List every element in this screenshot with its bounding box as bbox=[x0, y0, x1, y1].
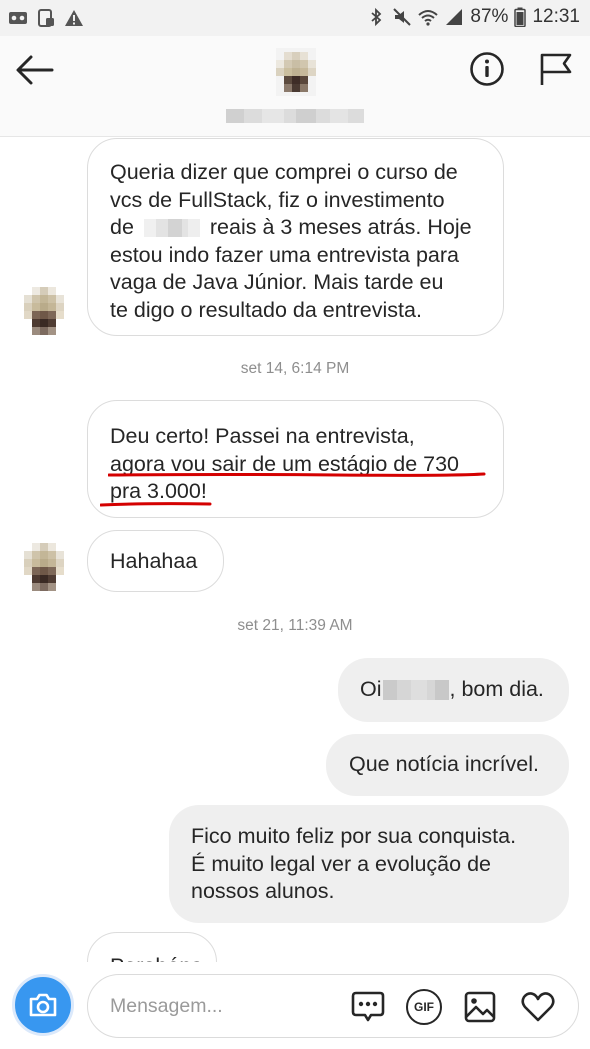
message-composer: Mensagem... GIF bbox=[0, 962, 590, 1049]
message-text: Oi, bom dia. bbox=[360, 677, 544, 701]
message-input[interactable]: Mensagem... GIF bbox=[87, 974, 579, 1038]
message-line: vaga de Java Júnior. Mais tarde eu bbox=[110, 270, 444, 294]
arrow-left-icon[interactable] bbox=[14, 52, 56, 88]
message-text: Que notícia incrível. bbox=[349, 752, 540, 776]
message-line: de reais à 3 meses atrás. Hoje bbox=[110, 215, 472, 239]
battery-percent: 87% bbox=[470, 6, 509, 27]
info-icon[interactable] bbox=[468, 50, 506, 88]
signal-icon bbox=[446, 9, 463, 25]
status-bar: 87% 12:31 bbox=[0, 0, 590, 36]
incoming-message: Deu certo! Passei na entrevista, agora v… bbox=[87, 400, 504, 518]
message-line: estou indo fazer uma entrevista para bbox=[110, 242, 459, 267]
outgoing-message: Fico muito feliz por sua conquista. É mu… bbox=[169, 805, 569, 923]
timestamp: set 14, 6:14 PM bbox=[240, 360, 350, 377]
chat-header bbox=[0, 36, 590, 137]
message-line: pra 3.000! bbox=[100, 478, 500, 507]
bluetooth-icon bbox=[371, 7, 382, 27]
message-line: Fico muito feliz por sua conquista. bbox=[191, 824, 517, 848]
outgoing-message: Que notícia incrível. bbox=[326, 734, 569, 796]
battery-icon bbox=[514, 7, 527, 27]
outgoing-message: Oi, bom dia. bbox=[338, 658, 569, 722]
message-line: Deu certo! Passei na entrevista, bbox=[110, 424, 415, 448]
message-line: nossos alunos. bbox=[191, 879, 335, 903]
message-line: Queria dizer que comprei o curso de bbox=[110, 160, 458, 184]
message-line: te digo o resultado da entrevista. bbox=[110, 297, 422, 322]
camera-button[interactable] bbox=[12, 974, 74, 1036]
message-line: vcs de FullStack, fiz o investimento bbox=[110, 187, 445, 212]
chat-dots-icon[interactable] bbox=[350, 989, 386, 1025]
incoming-message: Queria dizer que comprei o curso de vcs … bbox=[87, 138, 504, 336]
screen-lock-icon bbox=[38, 9, 54, 27]
warning-icon bbox=[65, 10, 83, 26]
incoming-message: Hahahaa bbox=[87, 530, 224, 592]
camera-icon bbox=[29, 993, 57, 1017]
gif-icon[interactable]: GIF bbox=[406, 989, 442, 1025]
wifi-icon bbox=[418, 10, 439, 26]
contact-name-redacted bbox=[226, 109, 364, 123]
clock: 12:31 bbox=[532, 6, 580, 27]
redacted-name bbox=[382, 680, 449, 701]
voicemail-icon bbox=[9, 12, 27, 24]
contact-avatar[interactable] bbox=[276, 48, 316, 96]
heart-icon[interactable] bbox=[520, 989, 556, 1025]
mute-icon bbox=[393, 8, 412, 26]
sender-avatar[interactable] bbox=[20, 543, 68, 591]
image-icon[interactable] bbox=[462, 989, 498, 1025]
flag-icon[interactable] bbox=[537, 50, 575, 88]
message-text: Hahahaa bbox=[110, 549, 198, 573]
red-underline bbox=[100, 502, 212, 507]
timestamp: set 21, 11:39 AM bbox=[237, 617, 353, 634]
message-placeholder: Mensagem... bbox=[110, 995, 223, 1017]
redacted-amount bbox=[143, 219, 200, 238]
sender-avatar[interactable] bbox=[20, 287, 68, 335]
message-line: É muito legal ver a evolução de bbox=[191, 851, 491, 876]
message-line: agora vou sair de um estágio de 730 bbox=[108, 451, 500, 479]
